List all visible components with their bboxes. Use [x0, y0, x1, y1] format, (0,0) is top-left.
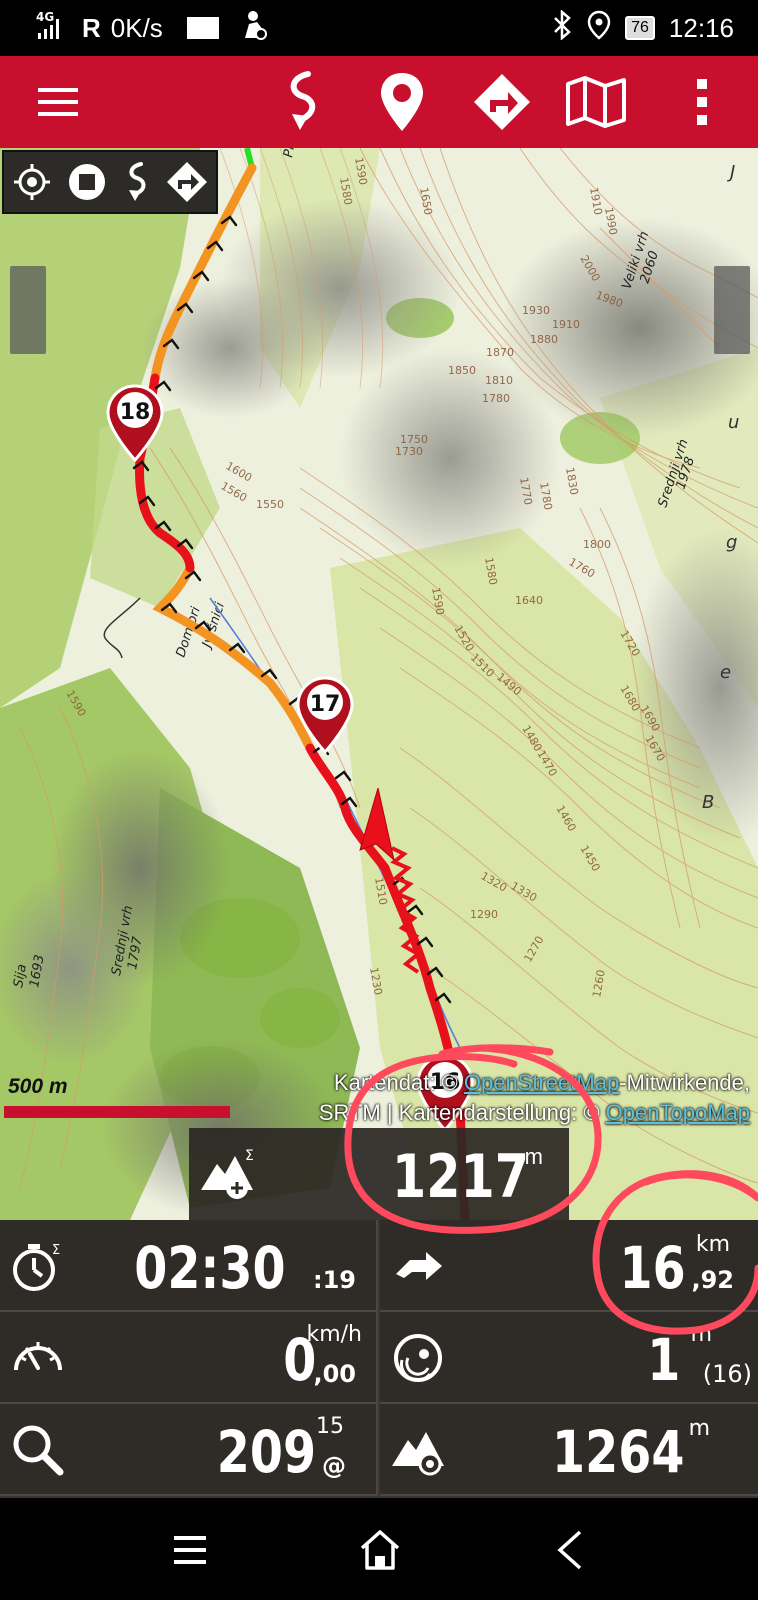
right-panel-handle[interactable]	[714, 266, 750, 354]
stop-record-icon[interactable]	[67, 162, 107, 202]
speedometer-icon	[14, 1342, 62, 1371]
locate-icon[interactable]	[12, 162, 52, 202]
gps-accuracy-icon	[394, 1334, 442, 1382]
elapsed-time-cell[interactable]: Σ 02:30 :19	[0, 1220, 378, 1312]
back-icon	[557, 1530, 582, 1570]
gps-accuracy-unit: m	[690, 1322, 712, 1347]
left-panel-handle[interactable]	[10, 266, 46, 354]
speed-cell[interactable]: 0 km/h ,00	[0, 1312, 378, 1404]
svg-text:1870: 1870	[486, 346, 514, 359]
svg-text:17: 17	[310, 692, 341, 717]
gps-accuracy-extra: (16)	[702, 1360, 752, 1388]
route-icon	[474, 74, 530, 130]
elapsed-time-seconds: :19	[313, 1266, 356, 1294]
svg-text:1780: 1780	[482, 392, 510, 405]
menu-button[interactable]	[22, 66, 94, 138]
satellites-at: @	[322, 1452, 346, 1480]
svg-text:1800: 1800	[583, 538, 611, 551]
scale-bar	[4, 1106, 230, 1118]
svg-text:B: B	[702, 792, 714, 813]
hiker-icon	[237, 8, 271, 49]
elevation-gain-icon: Σ	[201, 1148, 254, 1199]
dashboard: Σ 02:30 :19 16 km ,92 0 km/h ,00 1 m (16…	[0, 1220, 758, 1498]
distance-cell[interactable]: 16 km ,92	[380, 1220, 758, 1312]
satellite-search-icon	[13, 1425, 64, 1476]
recent-apps-button[interactable]	[158, 1520, 222, 1580]
track-small-icon[interactable]	[123, 161, 151, 203]
network-speed: 0K/s	[110, 12, 163, 43]
map-button[interactable]	[560, 66, 632, 138]
distance-icon	[396, 1252, 442, 1280]
svg-text:Pl: Pl	[281, 148, 298, 159]
roaming-indicator: R	[82, 12, 101, 43]
svg-text:Σ: Σ	[52, 1243, 60, 1258]
topo-map: 1650 1590 1580 1910 1990 2000 1980 1930 …	[0, 148, 758, 1220]
map-attribution: Kartendat: © OpenStreetMap-Mitwirkende, …	[318, 1070, 750, 1125]
opentopomap-link[interactable]: OpenTopoMap	[606, 1100, 750, 1125]
speed-decimals: ,00	[313, 1360, 356, 1388]
gps-accuracy-cell[interactable]: 1 m (16)	[380, 1312, 758, 1404]
svg-text:1640: 1640	[515, 594, 543, 607]
gps-accuracy-value: 1	[646, 1326, 680, 1394]
elevation-gain-panel[interactable]: Σ 1217 m	[189, 1128, 569, 1220]
scale-label: 500 m	[8, 1075, 68, 1098]
back-button[interactable]	[538, 1520, 602, 1580]
waypoint-button[interactable]	[366, 66, 438, 138]
altitude-unit: m	[688, 1416, 710, 1441]
waypoint-icon	[381, 73, 423, 131]
location-icon	[587, 10, 611, 47]
map-view[interactable]: 1650 1590 1580 1910 1990 2000 1980 1930 …	[0, 148, 758, 1220]
menu-icon	[38, 88, 78, 116]
svg-text:Σ: Σ	[245, 1148, 254, 1164]
system-nav-bar	[0, 1498, 758, 1600]
track-icon	[290, 71, 316, 130]
svg-text:18: 18	[120, 400, 151, 425]
distance-value: 16	[619, 1234, 686, 1302]
svg-text:4G: 4G	[36, 10, 54, 24]
route-button[interactable]	[466, 66, 538, 138]
home-icon	[360, 1530, 400, 1570]
svg-text:g: g	[726, 532, 737, 553]
signal-icon: 4G	[32, 9, 72, 48]
svg-text:1910: 1910	[552, 318, 580, 331]
battery-indicator: 76	[625, 16, 655, 40]
svg-text:1290: 1290	[470, 908, 498, 921]
elapsed-time-value: 02:30	[134, 1234, 286, 1302]
track-button[interactable]	[266, 66, 338, 138]
bluetooth-icon	[551, 8, 573, 47]
distance-unit: km	[695, 1232, 730, 1257]
distance-decimals: ,92	[691, 1266, 734, 1294]
overflow-menu-icon	[697, 79, 707, 125]
svg-text:1930: 1930	[522, 304, 550, 317]
status-bar: 4G R 0K/s 76 12:16	[0, 0, 758, 56]
stopwatch-icon: Σ	[13, 1243, 60, 1291]
elevation-gain-unit: m	[524, 1144, 543, 1169]
overflow-menu-button[interactable]	[666, 66, 738, 138]
svg-text:1810: 1810	[485, 374, 513, 387]
svg-text:1880: 1880	[530, 333, 558, 346]
altitude-value: 1264	[551, 1418, 684, 1486]
satellites-cell[interactable]: 209 15 @	[0, 1404, 378, 1496]
elevation-gain-value: 1217	[392, 1142, 529, 1212]
home-button[interactable]	[348, 1520, 412, 1580]
speed-unit: km/h	[306, 1322, 362, 1347]
message-icon	[186, 17, 219, 39]
osm-link[interactable]: OpenStreetMap	[464, 1070, 619, 1095]
clock: 12:16	[668, 12, 734, 43]
map-icon	[566, 76, 626, 128]
app-toolbar	[0, 56, 758, 148]
route-small-icon[interactable]	[166, 161, 208, 203]
svg-text:1550: 1550	[256, 498, 284, 511]
svg-text:u: u	[728, 412, 739, 433]
map-tools-bar	[2, 150, 218, 214]
satellites-count: 15	[316, 1414, 344, 1439]
altitude-cell[interactable]: 1264 m	[380, 1404, 758, 1496]
satellites-value: 209	[216, 1418, 316, 1486]
svg-text:1730: 1730	[395, 445, 423, 458]
recent-apps-icon	[174, 1536, 206, 1564]
svg-text:1850: 1850	[448, 364, 476, 377]
altitude-icon	[392, 1432, 444, 1476]
svg-text:e: e	[720, 662, 731, 683]
